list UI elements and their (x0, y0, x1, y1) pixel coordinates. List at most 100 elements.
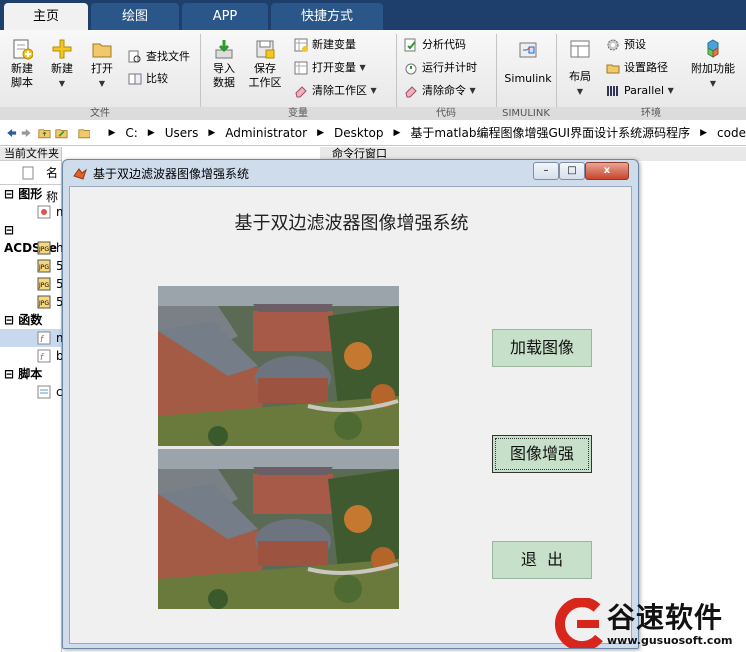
run-and-time-button[interactable]: 运行并计时 (404, 59, 477, 77)
compare-icon (128, 73, 142, 85)
window-client-area: 基于双边滤波器图像增强系统 加载图像 图像增强 退 出 (69, 186, 632, 644)
clear-workspace-button[interactable]: 清除工作区 ▼ (294, 82, 377, 100)
new-script-button[interactable]: 新建 脚本 (4, 38, 40, 90)
new-label: 新建 (51, 62, 73, 75)
tree-group-label: 图形 (18, 187, 43, 201)
matlab-logo-icon (73, 168, 87, 180)
clear-commands-label: 清除命令 (422, 84, 466, 97)
tab-shortcuts[interactable]: 快捷方式 (271, 3, 383, 30)
up-folder-icon[interactable] (38, 125, 51, 141)
parallel-button[interactable]: Parallel ▼ (606, 82, 674, 100)
file-icon (22, 166, 34, 180)
eraser-icon (405, 86, 417, 98)
tree-group-scripts[interactable]: ⊟ 脚本 (0, 365, 61, 383)
preferences-button[interactable]: 预设 (606, 36, 646, 54)
tree-group-label: 脚本 (18, 367, 43, 381)
open-button[interactable]: 打开 ▼ (86, 38, 118, 91)
tab-home[interactable]: 主页 (4, 3, 88, 30)
chevron-down-icon: ▼ (359, 63, 366, 72)
ribbon-divider (496, 34, 497, 118)
save-workspace-icon (256, 40, 275, 59)
simulink-button[interactable]: Simulink (500, 38, 556, 86)
current-folder-panel: 当前文件夹 名称 ⊟ 图形 m ⊟ ACDSee JPGh JPG5 JPG5 … (0, 147, 68, 652)
tree-group-functions[interactable]: ⊟ 函数 (0, 311, 61, 329)
function-file-icon: f (37, 349, 51, 363)
tree-item[interactable]: fb (0, 347, 64, 365)
find-files-label: 查找文件 (146, 50, 190, 63)
new-variable-button[interactable]: 新建变量 (294, 36, 356, 54)
gui-window: 基于双边滤波器图像增强系统 – □ x 基于双边滤波器图像增强系统 加载图像 图… (62, 159, 639, 649)
tree-item[interactable]: fm (0, 329, 68, 347)
breadcrumb-item[interactable]: Administrator (225, 126, 307, 140)
chevron-right-icon: ▶ (147, 127, 155, 138)
tree-item[interactable]: JPG 5 (0, 293, 64, 311)
find-files-button[interactable]: 查找文件 (128, 48, 190, 66)
breadcrumb-item[interactable]: C: (125, 126, 137, 140)
address-bar: ▶ C: ▶ Users ▶ Administrator ▶ Desktop ▶ 基于ma… (0, 120, 746, 146)
ribbon-tab-bar: 主页 绘图 APP 快捷方式 (0, 0, 746, 30)
import-icon (215, 40, 233, 59)
breadcrumb-item[interactable]: code (717, 126, 746, 140)
new-script-icon (13, 39, 33, 60)
tree-group-acdsee[interactable]: ⊟ ACDSee (0, 221, 61, 255)
import-data-button[interactable]: 导入 数据 (206, 38, 242, 90)
tree-item[interactable]: JPG h (0, 239, 64, 257)
forward-arrow-icon[interactable] (21, 125, 34, 141)
svg-text:JPG: JPG (38, 264, 49, 271)
simulink-label: Simulink (504, 72, 552, 85)
clear-commands-button[interactable]: 清除命令 ▼ (404, 82, 476, 100)
stopwatch-icon (405, 63, 417, 75)
back-arrow-icon[interactable] (4, 125, 17, 141)
add-ons-button[interactable]: 附加功能 ▼ (688, 38, 738, 91)
analyze-code-button[interactable]: 分析代码 (404, 36, 466, 54)
set-path-button[interactable]: 设置路径 (606, 59, 668, 77)
close-button[interactable]: x (585, 162, 629, 180)
gear-icon (607, 39, 619, 51)
layout-button[interactable]: 布局 ▼ (562, 38, 598, 99)
breadcrumb-item[interactable]: 基于matlab编程图像增强GUI界面设计系统源码程序 (410, 124, 690, 141)
ribbon-toolbar: 新建 脚本 新建 ▼ 打开 ▼ 查找文件 比较 文件 导入 数据 保存 工作区 新建… (0, 30, 746, 120)
analyze-icon (404, 38, 416, 52)
image-display-axes (158, 286, 399, 609)
jpg-file-icon: JPG (37, 241, 51, 255)
enhance-image-button[interactable]: 图像增强 (492, 435, 592, 473)
preferences-label: 预设 (624, 38, 646, 51)
group-label-file: 文件 (0, 107, 200, 120)
ribbon-divider (396, 34, 397, 118)
tree-item[interactable]: JPG 5 (0, 257, 64, 275)
file-tree: ⊟ 图形 m ⊟ ACDSee JPGh JPG5 JPG5 JPG5 ⊟ 函数… (0, 185, 68, 401)
ribbon-divider (200, 34, 201, 118)
chevron-right-icon: ▶ (317, 127, 324, 138)
tree-group-label: 函数 (18, 313, 43, 327)
chevron-right-icon: ▶ (108, 127, 116, 138)
compare-button[interactable]: 比较 (128, 70, 168, 88)
command-window-area[interactable] (637, 161, 746, 652)
window-titlebar[interactable]: 基于双边滤波器图像增强系统 – □ x (63, 160, 638, 186)
minimize-button[interactable]: – (533, 162, 559, 180)
svg-text:JPG: JPG (38, 300, 49, 307)
tab-apps[interactable]: APP (182, 3, 268, 30)
analyze-code-label: 分析代码 (422, 38, 466, 51)
browse-folder-icon[interactable] (55, 125, 68, 141)
open-variable-button[interactable]: 打开变量 ▼ (294, 59, 366, 77)
column-header-name[interactable]: 名称 (0, 161, 61, 204)
new-button[interactable]: 新建 ▼ (46, 38, 78, 91)
set-path-icon (606, 64, 620, 74)
breadcrumb-item[interactable]: Desktop (334, 126, 384, 140)
folder-icon (92, 43, 112, 58)
breadcrumb-item[interactable]: Users (165, 126, 199, 140)
tree-item[interactable]: JPG 5 (0, 275, 64, 293)
tree-group-figures[interactable]: ⊟ 图形 (0, 185, 61, 203)
tree-item[interactable]: m (0, 203, 68, 221)
tab-plots[interactable]: 绘图 (91, 3, 179, 30)
tree-item[interactable]: c (0, 383, 63, 401)
find-files-icon (128, 50, 141, 63)
exit-button[interactable]: 退 出 (492, 541, 592, 579)
chevron-down-icon: ▼ (667, 86, 674, 95)
load-image-button[interactable]: 加载图像 (492, 329, 592, 367)
maximize-button[interactable]: □ (559, 162, 585, 180)
group-label-environment: 环境 (556, 107, 746, 120)
function-file-icon: f (37, 331, 51, 345)
save-workspace-button[interactable]: 保存 工作区 (246, 38, 284, 90)
add-ons-icon (707, 39, 719, 58)
